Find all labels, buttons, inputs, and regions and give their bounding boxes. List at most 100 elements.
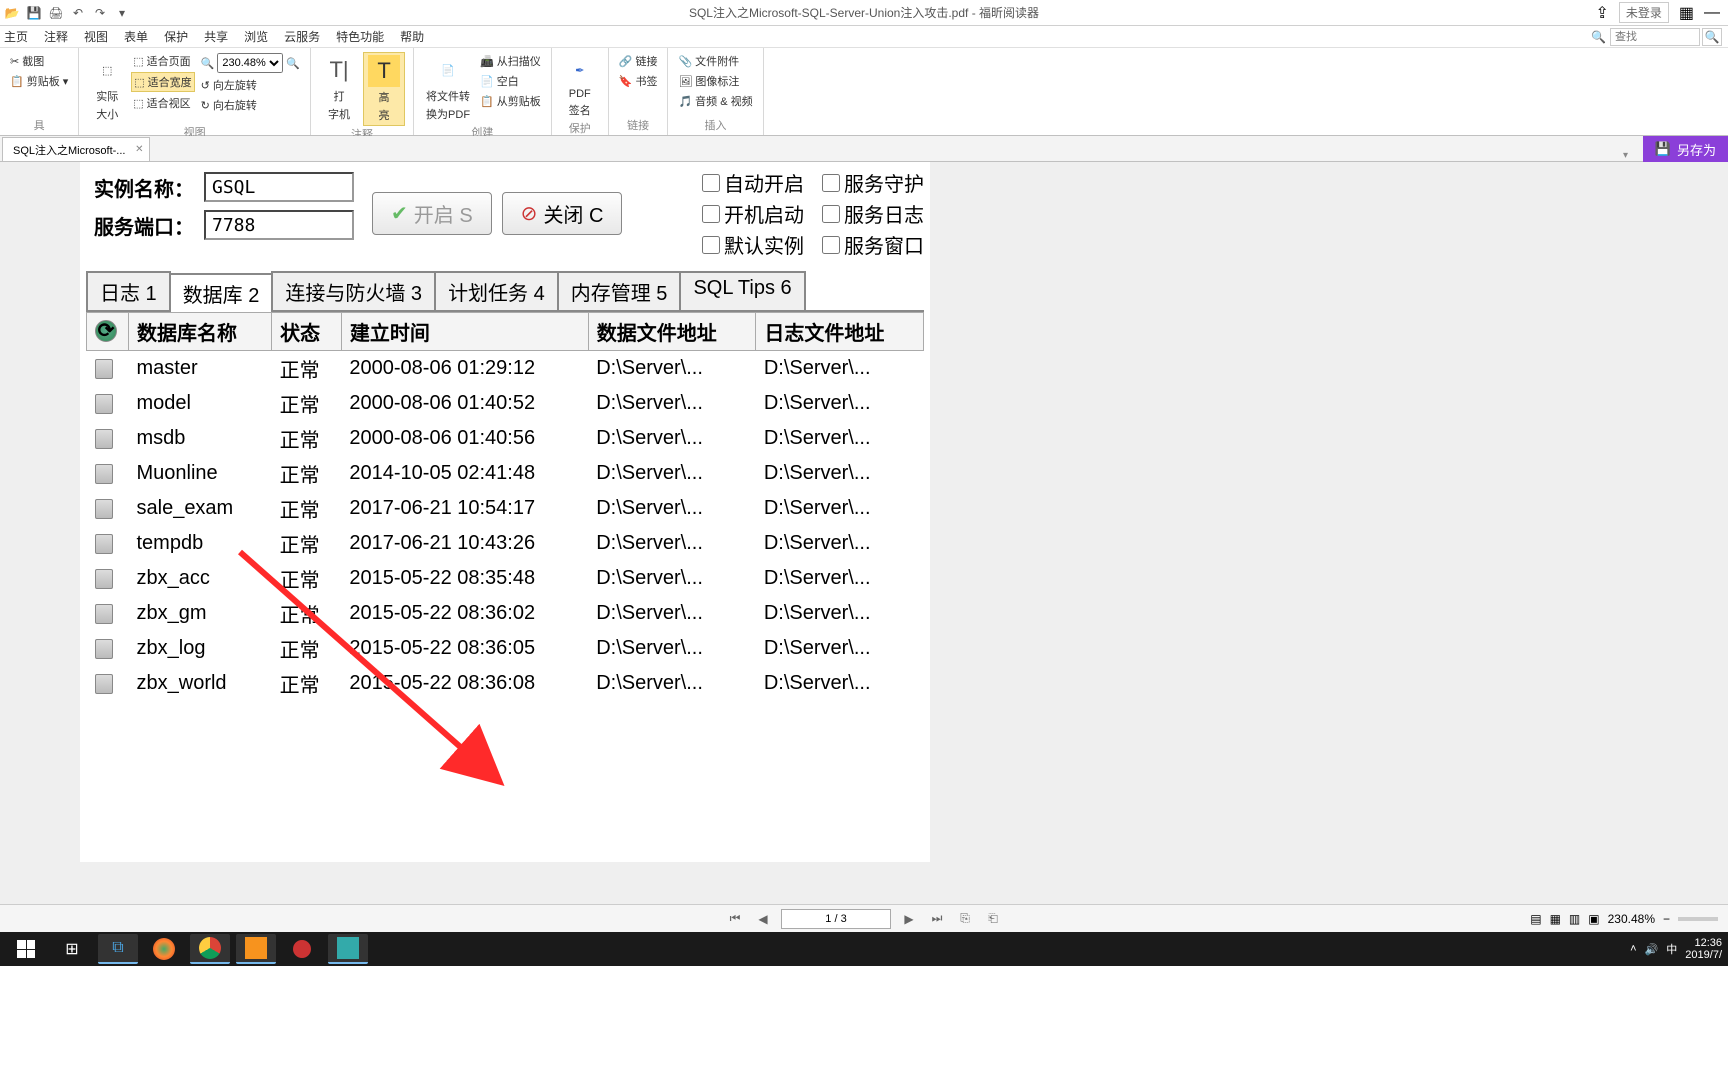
rotate-right-button[interactable]: ↻向右旋转 [199, 96, 302, 114]
table-row[interactable]: zbx_acc正常2015-05-22 08:35:48D:\Server\..… [87, 561, 924, 596]
convert-button[interactable]: 📄 将文件转换为PDF [422, 52, 474, 124]
menu-share[interactable]: 共享 [204, 28, 228, 45]
link-button[interactable]: 🔗链接 [617, 52, 660, 70]
blank-page-button[interactable]: 📄空白 [478, 72, 543, 90]
redo-icon[interactable]: ↷ [92, 5, 108, 21]
start-button[interactable] [6, 934, 46, 964]
document-tab[interactable]: SQL注入之Microsoft-... ✕ [2, 137, 150, 161]
login-status[interactable]: 未登录 [1619, 2, 1669, 23]
nav-icon2[interactable]: ⎗ [983, 909, 1003, 929]
document-viewport[interactable]: 实例名称： 服务端口： ✔开启 S ⊘关闭 C 自动开启 开机启动 [0, 162, 1728, 904]
from-scanner-button[interactable]: 📠从扫描仪 [478, 52, 543, 70]
table-row[interactable]: zbx_log正常2015-05-22 08:36:05D:\Server\..… [87, 631, 924, 666]
chk-bootstart[interactable]: 开机启动 [702, 199, 804, 228]
view-mode-icon[interactable]: ▤ [1530, 912, 1541, 926]
first-page-icon[interactable]: ⏮ [725, 909, 745, 929]
search-input[interactable] [1610, 28, 1700, 46]
nav-icon1[interactable]: ⎘ [955, 909, 975, 929]
tab-log[interactable]: 日志 1 [86, 271, 171, 310]
attachment-button[interactable]: 📎文件附件 [676, 52, 754, 70]
menu-protect[interactable]: 保护 [164, 28, 188, 45]
zoom-slider[interactable] [1678, 917, 1718, 921]
search-go-icon[interactable]: 🔍 [1702, 28, 1722, 46]
chk-guard[interactable]: 服务守护 [822, 168, 924, 197]
zoom-control[interactable]: 🔍 230.48% 🔍 [199, 52, 302, 74]
tab-firewall[interactable]: 连接与防火墙 3 [271, 271, 436, 310]
find-icon[interactable]: 🔍 [1591, 30, 1606, 44]
table-row[interactable]: tempdb正常2017-06-21 10:43:26D:\Server\...… [87, 526, 924, 561]
refresh-icon[interactable]: ⟳ [95, 320, 117, 342]
port-input[interactable] [204, 210, 354, 240]
zoom-minus-icon[interactable]: − [1663, 912, 1670, 926]
zoom-out-icon[interactable]: 🔍 [201, 57, 215, 70]
pdf-sign-button[interactable]: ✒ PDF签名 [560, 52, 600, 120]
app-icon-orange[interactable] [236, 934, 276, 964]
image-annot-button[interactable]: 🖼图像标注 [676, 72, 754, 90]
table-row[interactable]: sale_exam正常2017-06-21 10:54:17D:\Server\… [87, 491, 924, 526]
menu-annotate[interactable]: 注释 [44, 28, 68, 45]
menu-home[interactable]: 主页 [4, 28, 28, 45]
menu-cloud[interactable]: 云服务 [284, 28, 320, 45]
zoom-select[interactable]: 230.48% [217, 53, 283, 73]
print-icon[interactable]: 🖨 [48, 5, 64, 21]
fit-page-button[interactable]: ⬚适合页面 [131, 52, 194, 70]
menu-view[interactable]: 视图 [84, 28, 108, 45]
table-row[interactable]: Muonline正常2014-10-05 02:41:48D:\Server\.… [87, 456, 924, 491]
chk-default[interactable]: 默认实例 [702, 230, 804, 259]
next-page-icon[interactable]: ▶ [899, 909, 919, 929]
chk-log[interactable]: 服务日志 [822, 199, 924, 228]
more-icon[interactable]: ▾ [114, 5, 130, 21]
fit-width-button[interactable]: ⬚适合宽度 [131, 72, 194, 92]
col-logfile[interactable]: 日志文件地址 [756, 313, 924, 351]
fit-view-button[interactable]: ⬚适合视区 [131, 94, 194, 112]
tab-tips[interactable]: SQL Tips 6 [679, 271, 805, 310]
highlight-button[interactable]: T 高亮 [363, 52, 405, 126]
firefox-icon[interactable] [144, 934, 184, 964]
actual-size-button[interactable]: ⬚ 实际大小 [87, 52, 127, 124]
rotate-left-button[interactable]: ↺向左旋转 [199, 76, 302, 94]
vscode-icon[interactable]: ⧉ [98, 934, 138, 964]
menu-help[interactable]: 帮助 [400, 28, 424, 45]
tray-expand-icon[interactable]: ˄ [1630, 943, 1636, 955]
menu-form[interactable]: 表单 [124, 28, 148, 45]
zoom-in-icon[interactable]: 🔍 [286, 57, 300, 70]
col-name[interactable]: 数据库名称 [129, 313, 272, 351]
prev-page-icon[interactable]: ◀ [753, 909, 773, 929]
taskview-icon[interactable]: ⊞ [52, 934, 92, 964]
view-mode2-icon[interactable]: ▦ [1550, 912, 1561, 926]
save-icon[interactable]: 💾 [26, 5, 42, 21]
ime-indicator[interactable]: 中 [1666, 941, 1677, 957]
instance-input[interactable] [204, 172, 354, 202]
clock[interactable]: 12:36 2019/7/ [1685, 937, 1722, 961]
page-input[interactable] [781, 909, 891, 929]
tab-tasks[interactable]: 计划任务 4 [434, 271, 559, 310]
chk-window[interactable]: 服务窗口 [822, 230, 924, 259]
col-status[interactable]: 状态 [272, 313, 342, 351]
share-icon[interactable]: ⇪ [1595, 3, 1608, 23]
table-row[interactable]: zbx_world正常2015-05-22 08:36:08D:\Server\… [87, 666, 924, 701]
col-datafile[interactable]: 数据文件地址 [588, 313, 756, 351]
typewriter-button[interactable]: T| 打字机 [319, 52, 359, 124]
av-button[interactable]: 🎵音频 & 视频 [676, 92, 754, 110]
open-icon[interactable]: 📂 [4, 5, 20, 21]
chrome-icon[interactable] [190, 934, 230, 964]
from-clipboard-button[interactable]: 📋从剪贴板 [478, 92, 543, 110]
table-row[interactable]: msdb正常2000-08-06 01:40:56D:\Server\...D:… [87, 421, 924, 456]
table-row[interactable]: model正常2000-08-06 01:40:52D:\Server\...D… [87, 386, 924, 421]
start-button[interactable]: ✔开启 S [372, 192, 492, 235]
close-icon[interactable]: ✕ [135, 144, 143, 155]
minimize-icon[interactable]: — [1704, 4, 1720, 22]
app-icon-teal[interactable] [328, 934, 368, 964]
stop-button[interactable]: ⊘关闭 C [502, 192, 623, 235]
apps-icon[interactable]: ▦ [1679, 3, 1694, 23]
view-mode4-icon[interactable]: ▣ [1588, 912, 1599, 926]
view-mode3-icon[interactable]: ▥ [1569, 912, 1580, 926]
tab-database[interactable]: 数据库 2 [169, 273, 274, 312]
screenshot-button[interactable]: ✂截图 [8, 52, 70, 70]
clipboard-button[interactable]: 📋剪贴板 ▾ [8, 72, 70, 90]
bookmark-button[interactable]: 🔖书签 [617, 72, 660, 90]
menu-features[interactable]: 特色功能 [336, 28, 384, 45]
col-time[interactable]: 建立时间 [341, 313, 588, 351]
tab-menu-icon[interactable]: ▾ [1623, 150, 1628, 161]
last-page-icon[interactable]: ⏭ [927, 909, 947, 929]
